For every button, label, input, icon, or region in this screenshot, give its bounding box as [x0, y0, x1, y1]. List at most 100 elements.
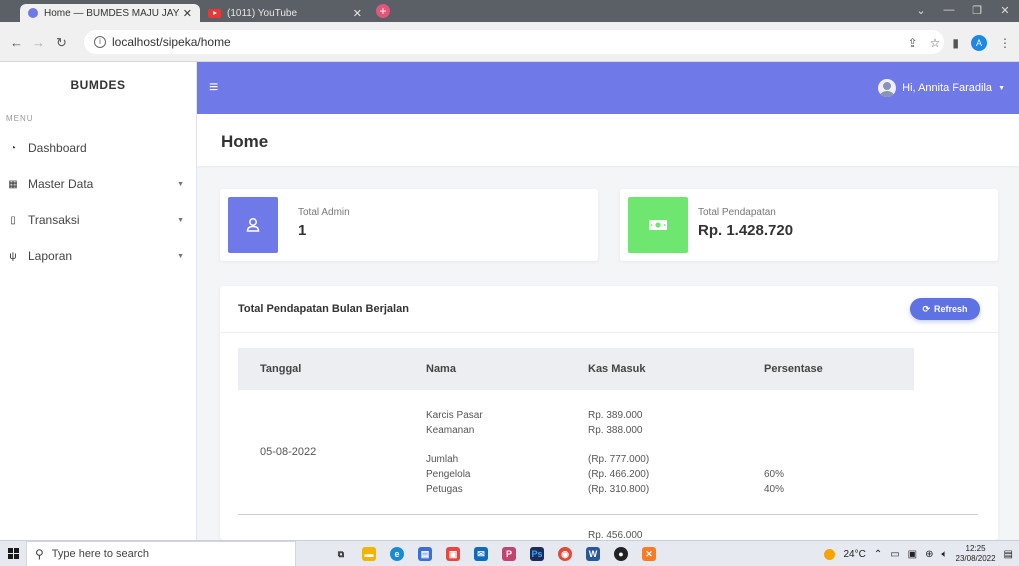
weather-icon — [824, 548, 836, 560]
address-bar[interactable]: i localhost/sipeka/home — [84, 30, 944, 54]
stat-card-total-pendapatan: Total Pendapatan Rp. 1.428.720 — [620, 189, 998, 261]
browser-tab-home[interactable]: Home — BUMDES MAJU JAYA ✕ — [20, 4, 200, 22]
stat-icon-box — [628, 197, 688, 253]
page-header: Home — [197, 114, 1019, 166]
cell-kas-masuk: (Rp. 310.800) — [588, 484, 650, 495]
sidebar-item-transaksi[interactable]: ▯ Transaksi ▼ — [0, 202, 196, 238]
menu-kebab-icon[interactable]: ⋮ — [999, 36, 1011, 50]
sidepanel-icon[interactable]: ▮ — [952, 36, 959, 50]
network-icon[interactable]: ▣ — [908, 549, 917, 560]
row-divider — [238, 514, 978, 515]
profile-avatar[interactable]: A — [971, 35, 987, 51]
cell-nama: Pengelola — [426, 469, 471, 480]
hamburger-menu-icon[interactable]: ≡ — [209, 79, 218, 97]
forward-button[interactable]: → — [32, 35, 45, 50]
mail-icon[interactable]: ✉ — [474, 546, 488, 561]
chevron-up-icon[interactable]: ⌃ — [874, 549, 882, 560]
cell-nama: Jumlah — [426, 454, 459, 465]
taskbar-search[interactable]: ⚲ Type here to search — [26, 540, 296, 566]
store-icon[interactable]: ▤ — [418, 546, 432, 561]
clock[interactable]: 12:25 23/08/2022 — [956, 544, 996, 564]
word-icon[interactable]: W — [586, 546, 600, 561]
page-title: Home — [221, 132, 269, 151]
caret-down-icon: ▼ — [177, 180, 184, 188]
youtube-icon — [208, 8, 221, 18]
close-tab-icon[interactable]: ✕ — [353, 7, 362, 20]
bookmark-star-icon[interactable]: ☆ — [930, 36, 941, 50]
caret-down-icon: ▼ — [998, 84, 1005, 92]
file-explorer-icon[interactable]: ▬ — [362, 546, 376, 561]
tab-title: (1011) YouTube — [227, 7, 298, 19]
clock-time: 12:25 — [965, 544, 986, 553]
cell-kas-masuk: Rp. 389.000 — [588, 410, 643, 421]
reload-button[interactable]: ↻ — [56, 35, 67, 51]
menu-heading: MENU — [6, 114, 34, 123]
battery-icon[interactable]: ▭ — [890, 549, 899, 560]
stat-label: Total Pendapatan — [698, 207, 776, 218]
back-button[interactable]: ← — [10, 35, 23, 50]
money-icon — [649, 220, 667, 230]
photoshop-icon[interactable]: Ps — [530, 546, 544, 561]
chrome-icon[interactable]: ◉ — [558, 546, 572, 561]
chevron-down-icon[interactable]: ⌄ — [907, 4, 935, 17]
sidebar-item-label: Master Data — [28, 177, 94, 191]
brand-title[interactable]: BUMDES — [0, 62, 196, 108]
close-tab-icon[interactable]: ✕ — [183, 7, 192, 20]
table-header: Tanggal Nama Kas Masuk Persentase — [238, 348, 914, 390]
edge-icon[interactable]: e — [390, 546, 404, 561]
browser-tab-strip: Home — BUMDES MAJU JAYA ✕ (1011) YouTube… — [0, 0, 1019, 22]
stat-value: Rp. 1.428.720 — [698, 222, 794, 239]
volume-icon[interactable]: 🔈︎ — [942, 549, 948, 560]
site-favicon-icon — [28, 8, 38, 18]
sidebar-item-label: Transaksi — [28, 213, 80, 227]
temperature[interactable]: 24°C — [843, 549, 865, 560]
column-header-persentase: Persentase — [764, 363, 823, 375]
cell-persentase: 40% — [764, 484, 785, 495]
windows-start-button[interactable] — [0, 541, 26, 566]
cell-nama: Petugas — [426, 484, 463, 495]
avatar — [878, 79, 897, 97]
gauge-icon: ◔ — [9, 142, 17, 154]
revenue-panel: Total Pendapatan Bulan Berjalan ⟳ Refres… — [220, 286, 998, 540]
sidebar-item-dashboard[interactable]: ◔ Dashboard — [0, 130, 196, 166]
caret-down-icon: ▼ — [177, 252, 184, 260]
powerpoint-icon[interactable]: P — [502, 546, 516, 561]
minimize-button[interactable]: — — [935, 4, 963, 17]
gift-icon[interactable]: ▣ — [446, 546, 460, 561]
column-header-nama: Nama — [426, 363, 456, 375]
url-text: localhost/sipeka/home — [112, 35, 231, 49]
browser-tab-youtube[interactable]: (1011) YouTube ✕ — [200, 4, 370, 22]
sidebar-item-label: Dashboard — [28, 141, 87, 155]
sidebar-item-master-data[interactable]: ▦ Master Data ▼ — [0, 166, 196, 202]
restore-button[interactable]: ❐ — [963, 4, 991, 17]
share-icon[interactable]: ⇪ — [908, 36, 918, 50]
refresh-button[interactable]: ⟳ Refresh — [910, 298, 980, 320]
user-menu[interactable]: Hi, Annita Faradila ▼ — [878, 79, 1005, 97]
cell-tanggal: 05-08-2022 — [260, 446, 317, 458]
stat-icon-box — [228, 197, 278, 253]
user-icon — [246, 218, 260, 232]
cell-kas-masuk: Rp. 388.000 — [588, 425, 643, 436]
windows-taskbar: ⚲ Type here to search ⧉ ▬ e ▤ ▣ ✉ P Ps ◉… — [0, 540, 1019, 566]
cell-kas-masuk: Rp. 456.000 — [588, 530, 643, 540]
system-tray: 24°C ⌃ ▭ ▣ ⊕ 🔈︎ 12:25 23/08/2022 ▤ — [824, 541, 1013, 566]
task-view-icon[interactable]: ⧉ — [334, 547, 348, 561]
info-icon[interactable]: i — [94, 36, 106, 48]
window-controls: ⌄ — ❐ ✕ — [907, 4, 1019, 17]
user-greeting: Hi, Annita Faradila — [902, 82, 993, 94]
close-window-button[interactable]: ✕ — [991, 4, 1019, 17]
windows-logo-icon — [7, 548, 19, 559]
notification-icon[interactable]: ▤ — [1004, 549, 1013, 560]
media-player-icon[interactable]: ● — [614, 546, 628, 561]
caret-down-icon: ▼ — [177, 216, 184, 224]
sidebar-item-laporan[interactable]: ψ Laporan ▼ — [0, 238, 196, 274]
cell-nama: Keamanan — [426, 425, 475, 436]
file-icon: ▯ — [10, 214, 16, 226]
refresh-label: Refresh — [934, 304, 968, 314]
stat-card-total-admin: Total Admin 1 — [220, 189, 598, 261]
clock-date: 23/08/2022 — [955, 554, 996, 563]
xampp-icon[interactable]: ✕ — [642, 546, 656, 561]
browser-toolbar: ← → ↻ i localhost/sipeka/home ⇪ ☆ ▮ A ⋮ — [0, 22, 1019, 62]
language-icon[interactable]: ⊕ — [925, 549, 933, 560]
new-tab-button[interactable]: + — [376, 4, 390, 18]
